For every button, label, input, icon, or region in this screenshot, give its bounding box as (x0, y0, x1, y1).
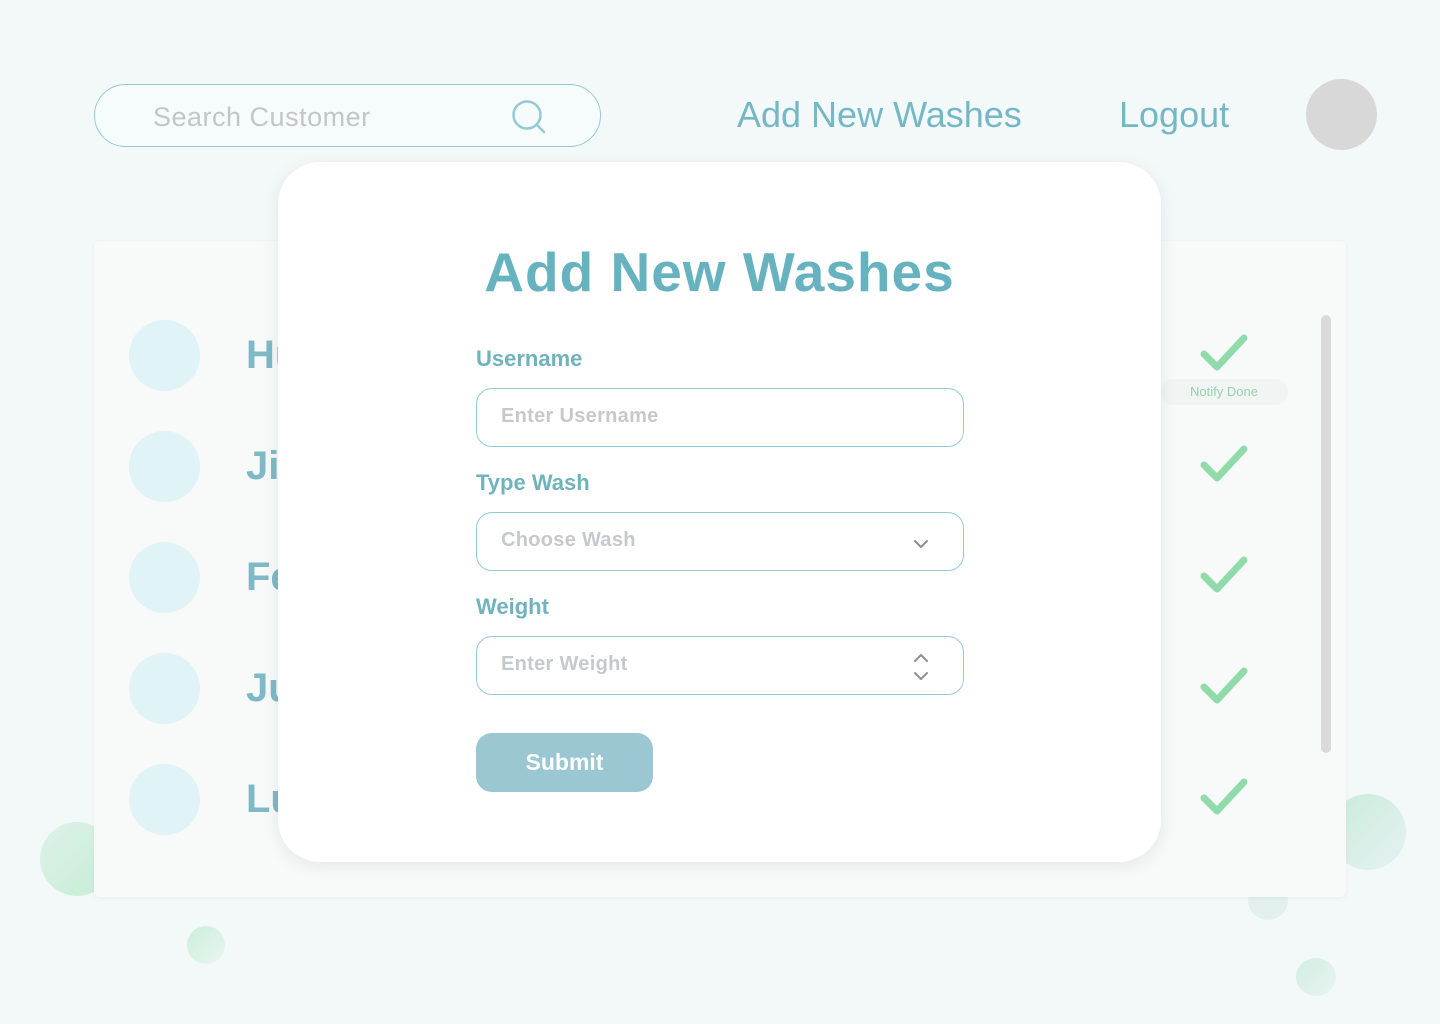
weight-label: Weight (476, 594, 549, 619)
modal-title: Add New Washes (484, 241, 955, 303)
check-icon[interactable] (1200, 334, 1248, 374)
search-icon[interactable] (511, 99, 547, 135)
stepper-icon[interactable] (913, 652, 929, 682)
check-icon[interactable] (1200, 778, 1248, 818)
avatar (129, 764, 200, 835)
username-placeholder: Enter Username (501, 405, 659, 427)
type-wash-placeholder: Choose Wash (501, 529, 636, 551)
avatar (129, 542, 200, 613)
username-label: Username (476, 346, 583, 371)
check-icon[interactable] (1200, 556, 1248, 596)
search-placeholder: Search Customer (153, 102, 371, 132)
avatar (129, 653, 200, 724)
customer-name: Ji (246, 444, 280, 488)
user-avatar[interactable] (1306, 79, 1377, 150)
nav-add-new-washes[interactable]: Add New Washes (737, 94, 1022, 136)
check-icon[interactable] (1200, 667, 1248, 707)
notify-done-tooltip: Notify Done (1160, 379, 1288, 405)
search-input[interactable]: Search Customer (94, 84, 601, 147)
type-wash-label: Type Wash (476, 470, 590, 495)
weight-field[interactable]: Enter Weight (476, 636, 964, 695)
submit-button[interactable]: Submit (476, 733, 653, 792)
avatar (129, 320, 200, 391)
chevron-down-icon[interactable] (913, 538, 929, 550)
nav-logout[interactable]: Logout (1119, 94, 1229, 136)
decorative-bubble (187, 926, 225, 964)
weight-placeholder: Enter Weight (501, 653, 628, 675)
username-field[interactable]: Enter Username (476, 388, 964, 447)
avatar (129, 431, 200, 502)
add-washes-modal: Add New Washes Username Enter Username T… (278, 162, 1161, 862)
decorative-bubble (1296, 958, 1336, 996)
scrollbar[interactable] (1321, 315, 1331, 753)
check-icon[interactable] (1200, 445, 1248, 485)
type-wash-select[interactable]: Choose Wash (476, 512, 964, 571)
